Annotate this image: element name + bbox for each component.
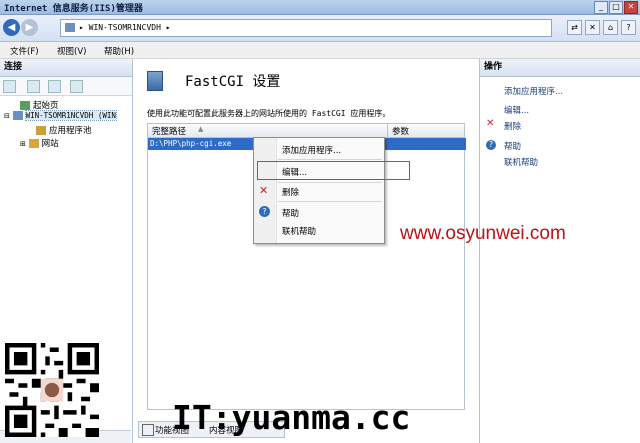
column-separator[interactable]: [387, 124, 388, 137]
back-button[interactable]: ◀: [3, 19, 20, 36]
folder-icon: [28, 139, 39, 148]
menu-help[interactable]: 帮助(H): [104, 45, 134, 57]
home-icon[interactable]: ⌂: [603, 20, 618, 35]
delete-icon: ✕: [486, 118, 495, 129]
context-online-help[interactable]: 联机帮助: [282, 225, 316, 237]
features-view-icon: [142, 424, 154, 436]
tree-item-start-page[interactable]: 起始页: [20, 99, 59, 111]
save-icon[interactable]: [27, 80, 40, 93]
disconnect-icon[interactable]: [70, 80, 83, 93]
context-menu: 添加应用程序... 编辑... ✕ 删除 ? 帮助 联机帮助: [253, 137, 410, 244]
forward-button[interactable]: ▶: [21, 19, 38, 36]
connect-icon[interactable]: [3, 80, 16, 93]
column-full-path[interactable]: 完整路径: [152, 125, 186, 137]
context-divider: [278, 182, 382, 183]
features-pane: FastCGI 设置 使用此功能可配置此服务器上的网站所使用的 FastCGI …: [133, 59, 478, 443]
context-add-application[interactable]: 添加应用程序...: [282, 144, 341, 156]
window-title: Internet 信息服务(IIS)管理器: [4, 4, 143, 14]
action-add-application[interactable]: 添加应用程序...: [504, 85, 563, 97]
minimize-button[interactable]: _: [594, 1, 608, 14]
help-icon: ?: [259, 206, 270, 217]
help-icon[interactable]: ?: [621, 20, 636, 35]
server-icon: [65, 23, 75, 32]
connect-icon[interactable]: ⇄: [567, 20, 582, 35]
context-help[interactable]: 帮助: [282, 207, 299, 219]
qr-code-image: [5, 343, 99, 437]
address-bar: ◀ ▶ ▸ WIN-TSOMR1NCVDH ▸ ⇄ ✕ ⌂ ?: [0, 15, 640, 42]
tree-item-sites[interactable]: ⊞ 网站: [20, 137, 59, 149]
watermark-site: IT:yuanma.cc: [172, 398, 411, 437]
column-arguments[interactable]: 参数: [392, 125, 409, 137]
maximize-button[interactable]: □: [609, 1, 623, 14]
actions-header: 操作: [480, 59, 640, 77]
help-icon: ?: [486, 140, 496, 150]
close-button[interactable]: ✕: [624, 1, 638, 14]
tree-item-server[interactable]: ⊟ WIN-TSOMR1NCVDH (WIN: [4, 110, 117, 121]
menu-file[interactable]: 文件(F): [10, 45, 39, 57]
tree-item-app-pools[interactable]: 应用程序池: [36, 124, 92, 136]
action-edit[interactable]: 编辑...: [504, 104, 529, 116]
grid-header: 完整路径 ▲ 参数: [148, 124, 464, 138]
action-delete[interactable]: 删除: [504, 120, 521, 132]
server-icon: [12, 111, 23, 120]
sort-asc-icon: ▲: [198, 125, 204, 133]
watermark-url: www.osyunwei.com: [400, 223, 566, 244]
expand-icon[interactable]: ⊞: [20, 140, 26, 148]
action-online-help[interactable]: 联机帮助: [504, 156, 538, 168]
window-controls: _ □ ✕: [594, 1, 638, 14]
connections-toolbar: [0, 77, 132, 96]
fastcgi-icon: [147, 71, 163, 91]
menu-bar: 文件(F) 视图(V) 帮助(H): [0, 42, 640, 59]
context-divider: [278, 159, 382, 160]
connections-header: 连接: [0, 59, 132, 77]
menu-view[interactable]: 视图(V): [57, 45, 86, 57]
delete-icon: ✕: [259, 184, 269, 197]
address-field[interactable]: ▸ WIN-TSOMR1NCVDH ▸: [60, 19, 552, 37]
page-description: 使用此功能可配置此服务器上的网站所使用的 FastCGI 应用程序。: [147, 109, 391, 118]
action-help[interactable]: 帮助: [504, 140, 521, 152]
toolbar-icons: ⇄ ✕ ⌂ ?: [567, 20, 636, 35]
page-title: FastCGI 设置: [185, 74, 281, 90]
title-bar: Internet 信息服务(IIS)管理器 _ □ ✕: [0, 0, 640, 15]
context-divider: [278, 201, 382, 202]
up-icon[interactable]: [48, 80, 61, 93]
actions-pane: 操作 添加应用程序... 编辑... ✕ 删除 ? 帮助 联机帮助: [479, 59, 640, 443]
context-delete[interactable]: 删除: [282, 186, 299, 198]
edit-highlight-box: [257, 161, 410, 180]
collapse-icon[interactable]: ⊟: [4, 112, 10, 120]
start-page-icon: [20, 101, 30, 110]
address-path: WIN-TSOMR1NCVDH: [88, 23, 161, 32]
app-pool-icon: [36, 126, 46, 135]
stop-icon[interactable]: ✕: [585, 20, 600, 35]
